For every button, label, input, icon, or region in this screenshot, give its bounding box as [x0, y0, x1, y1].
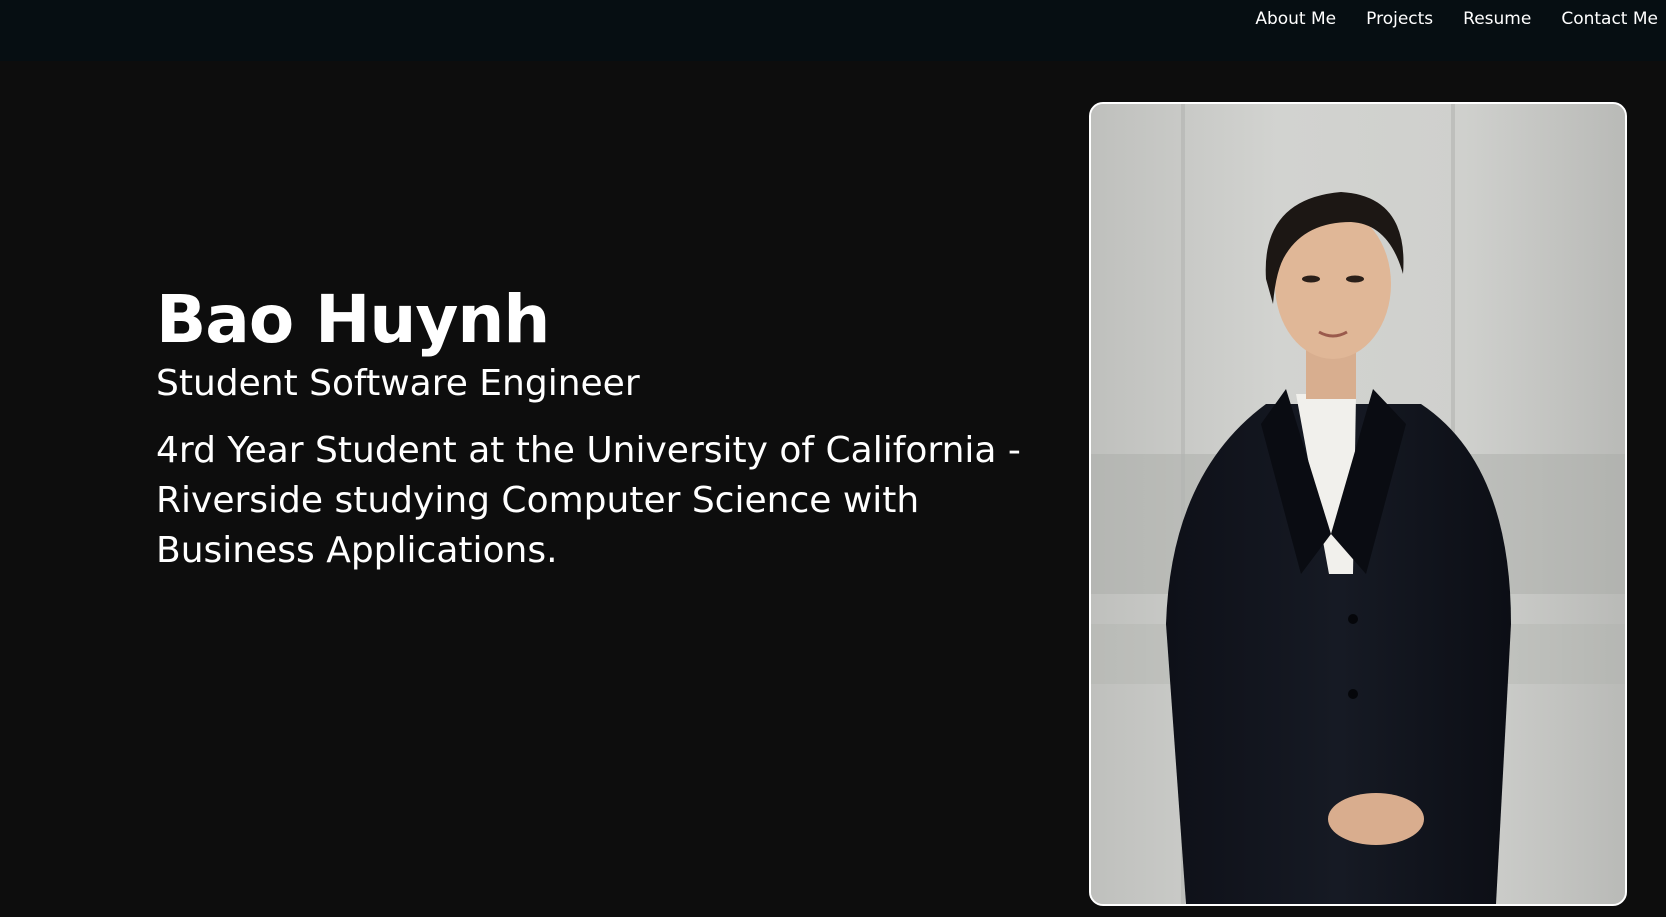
top-navbar: About Me Projects Resume Contact Me [0, 0, 1666, 61]
profile-photo [1089, 102, 1627, 906]
profile-photo-illustration [1091, 104, 1625, 904]
hero-name: Bao Huynh [156, 281, 550, 358]
nav-link-resume[interactable]: Resume [1448, 7, 1546, 31]
hero-intro: Bao Huynh Student Software Engineer 4rd … [156, 280, 1036, 576]
nav-link-about-me[interactable]: About Me [1240, 7, 1351, 31]
nav-link-contact-me[interactable]: Contact Me [1546, 7, 1658, 31]
nav-link-projects[interactable]: Projects [1351, 7, 1448, 31]
hero-bio: 4rd Year Student at the University of Ca… [156, 430, 1021, 571]
nav-links: About Me Projects Resume Contact Me [1240, 7, 1658, 31]
hero-role: Student Software Engineer [156, 363, 640, 404]
